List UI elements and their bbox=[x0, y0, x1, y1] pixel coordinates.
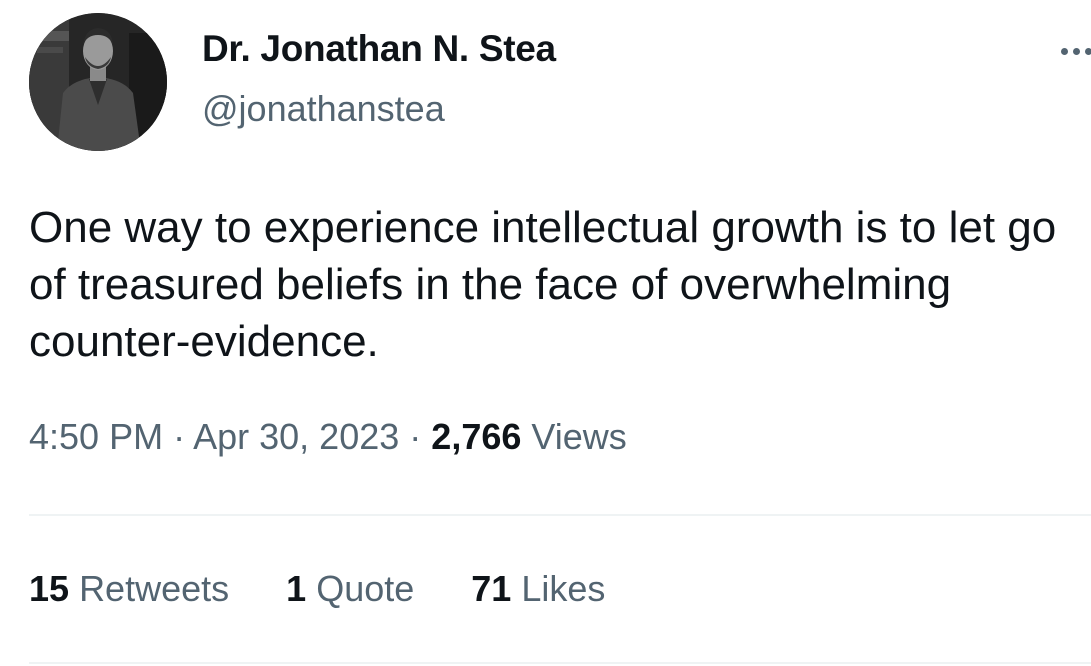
tweet-date[interactable]: Apr 30, 2023 bbox=[193, 416, 399, 457]
quotes-label: Quote bbox=[316, 568, 415, 609]
meta-separator: · bbox=[173, 416, 186, 457]
tweet-meta: 4:50 PM · Apr 30, 2023 · 2,766 Views bbox=[29, 416, 627, 458]
tweet-time[interactable]: 4:50 PM bbox=[29, 416, 163, 457]
engagement-stats: 15 Retweets 1 Quote 71 Likes bbox=[29, 568, 605, 610]
likes-label: Likes bbox=[521, 568, 606, 609]
retweets-stat[interactable]: 15 Retweets bbox=[29, 568, 229, 610]
divider bbox=[29, 514, 1091, 516]
author-handle[interactable]: @jonathanstea bbox=[202, 88, 445, 130]
retweets-label: Retweets bbox=[79, 568, 230, 609]
profile-photo bbox=[29, 13, 167, 151]
quotes-count: 1 bbox=[286, 568, 307, 609]
views-label: Views bbox=[531, 416, 627, 457]
divider bbox=[29, 662, 1091, 664]
tweet-text: One way to experience intellectual growt… bbox=[29, 203, 1057, 366]
more-options-button[interactable] bbox=[1058, 36, 1091, 66]
retweets-count: 15 bbox=[29, 568, 70, 609]
likes-stat[interactable]: 71 Likes bbox=[471, 568, 605, 610]
meta-separator: · bbox=[409, 416, 422, 457]
views-count: 2,766 bbox=[431, 416, 522, 457]
author-display-name[interactable]: Dr. Jonathan N. Stea bbox=[202, 28, 556, 70]
quotes-stat[interactable]: 1 Quote bbox=[286, 568, 414, 610]
likes-count: 71 bbox=[471, 568, 512, 609]
avatar[interactable] bbox=[29, 13, 167, 151]
